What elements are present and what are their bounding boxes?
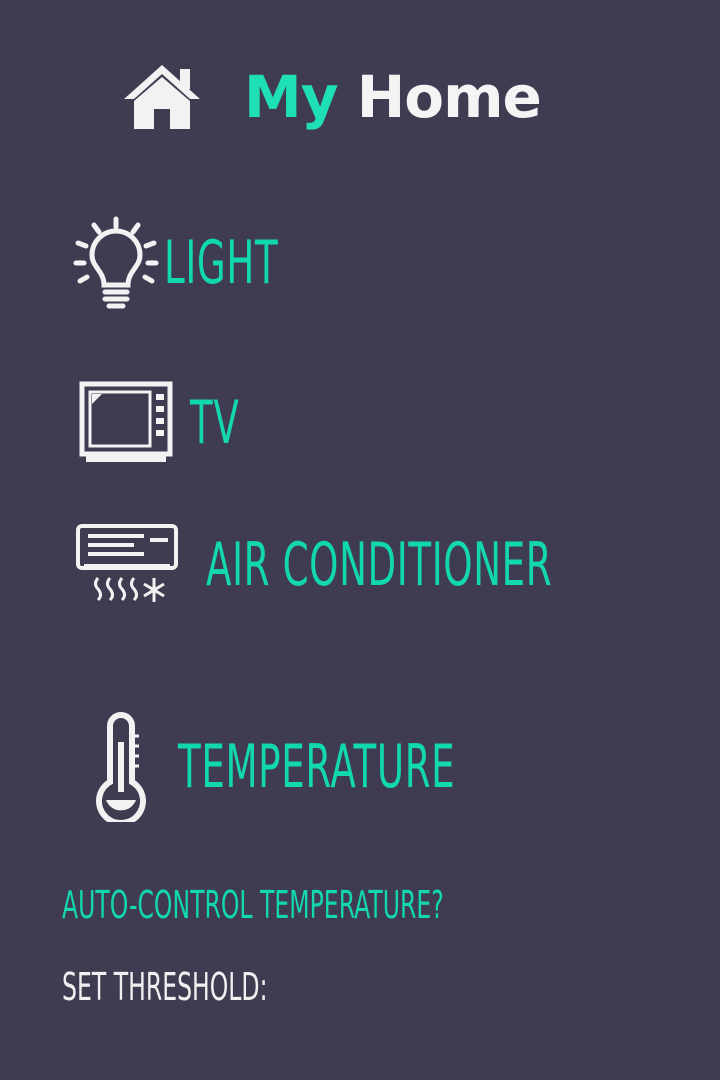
home-icon [124, 65, 200, 129]
device-tv[interactable]: TV [76, 378, 270, 468]
device-temperature-label: TEMPERATURE [178, 732, 456, 802]
thermometer-icon [96, 712, 146, 822]
device-temperature[interactable]: TEMPERATURE [86, 712, 625, 822]
lightbulb-icon [73, 216, 159, 309]
device-tv-label: TV [190, 388, 240, 458]
tv-icon [79, 381, 173, 462]
air-conditioner-icon [76, 524, 178, 602]
app-title: My Home [244, 68, 542, 126]
app-header: My Home [120, 52, 542, 142]
device-air-conditioner[interactable]: AIR CONDITIONER [74, 520, 720, 610]
app-title-rest: Home [356, 63, 542, 131]
device-air-conditioner-label: AIR CONDITIONER [206, 530, 553, 600]
auto-control-toggle[interactable]: AUTO-CONTROL TEMPERATURE? [62, 886, 444, 924]
device-light-label: LIGHT [164, 228, 279, 298]
threshold-label: SET THRESHOLD: [62, 965, 268, 1009]
app-title-accent: My [244, 63, 339, 131]
device-light[interactable]: LIGHT [72, 215, 348, 311]
